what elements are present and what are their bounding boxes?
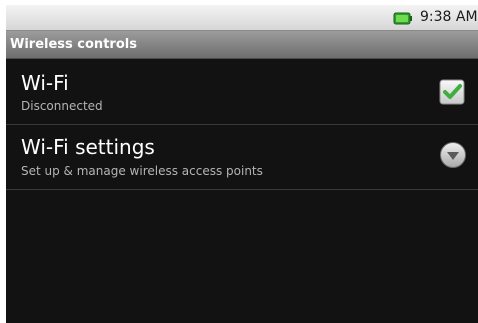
wifi-checkbox[interactable] bbox=[439, 79, 465, 105]
battery-full-icon bbox=[393, 10, 412, 25]
status-time: 9:38 AM bbox=[420, 9, 478, 25]
wifi-summary: Disconnected bbox=[21, 99, 103, 113]
status-bar: 9:38 AM bbox=[6, 5, 478, 31]
device-screen: 9:38 AM Wireless controls Wi-Fi Disconne… bbox=[6, 5, 478, 323]
wifi-toggle-row[interactable]: Wi-Fi Disconnected bbox=[6, 59, 478, 124]
wifi-settings-title: Wi-Fi settings bbox=[21, 135, 155, 159]
page-title: Wireless controls bbox=[10, 37, 137, 52]
divider bbox=[6, 189, 478, 190]
wifi-title: Wi-Fi bbox=[21, 71, 69, 95]
wifi-settings-summary: Set up & manage wireless access points bbox=[21, 164, 263, 178]
wifi-settings-row[interactable]: Wi-Fi settings Set up & manage wireless … bbox=[6, 125, 478, 189]
chevron-down-icon[interactable] bbox=[439, 141, 467, 169]
title-bar: Wireless controls bbox=[6, 31, 478, 59]
